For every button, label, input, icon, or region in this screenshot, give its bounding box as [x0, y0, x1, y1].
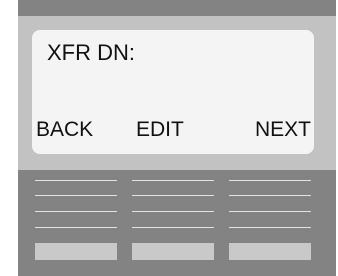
speaker-grille-middle — [132, 180, 214, 230]
grille-line — [229, 195, 311, 196]
grille-line — [229, 227, 311, 228]
grille-line — [229, 180, 311, 181]
display-prompt: XFR DN: — [47, 40, 135, 65]
lcd-display: XFR DN: BACK EDIT NEXT — [32, 30, 314, 154]
grille-line — [35, 195, 117, 196]
softkey-label-edit: EDIT — [136, 118, 184, 141]
softkey-label-back: BACK — [36, 118, 94, 141]
grille-line — [35, 211, 117, 212]
softkey-button-next[interactable] — [229, 243, 311, 260]
softkey-button-back[interactable] — [35, 243, 117, 260]
grille-line — [132, 195, 214, 196]
grille-line — [35, 180, 117, 181]
speaker-grille-right — [229, 180, 311, 230]
phone-device: XFR DN: BACK EDIT NEXT — [18, 0, 336, 276]
display-bezel: XFR DN: BACK EDIT NEXT — [18, 16, 336, 170]
softkey-button-edit[interactable] — [132, 243, 214, 260]
grille-line — [229, 211, 311, 212]
grille-line — [132, 227, 214, 228]
grille-line — [132, 180, 214, 181]
grille-line — [35, 227, 117, 228]
grille-line — [132, 211, 214, 212]
speaker-grille-left — [35, 180, 117, 230]
softkey-label-next: NEXT — [254, 118, 311, 141]
